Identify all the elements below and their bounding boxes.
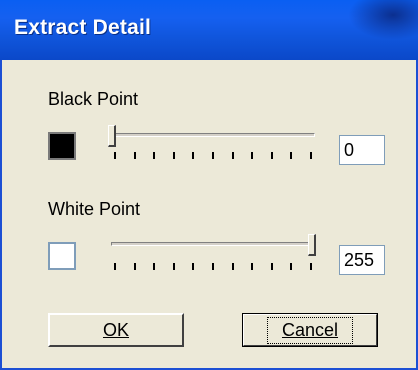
slider-tick [271,263,273,270]
black-point-slider-track[interactable] [111,133,315,137]
slider-tick [232,152,234,159]
white-point-color-swatch[interactable] [48,242,76,270]
slider-tick [310,152,312,159]
cancel-button-label: Cancel [281,319,339,340]
black-point-color-swatch[interactable] [48,132,76,160]
slider-tick [173,263,175,270]
slider-tick [232,263,234,270]
slider-tick [212,263,214,270]
slider-tick [192,263,194,270]
black-point-value-field[interactable] [339,135,385,165]
slider-tick [251,263,253,270]
window-title: Extract Detail [14,16,152,39]
slider-tick [212,152,214,159]
slider-tick [114,263,116,270]
black-point-label: Black Point [48,89,139,109]
slider-tick [153,152,155,159]
slider-tick [173,152,175,159]
cancel-button-focus: Cancel [266,316,354,344]
black-point-slider-ticks [114,152,314,160]
white-point-slider-ticks [114,263,314,271]
slider-tick [310,263,312,270]
slider-tick [192,152,194,159]
white-point-slider-thumb[interactable] [308,234,316,256]
ok-button[interactable]: OK [48,313,184,347]
white-point-label: White Point [48,199,141,219]
slider-tick [134,152,136,159]
title-bar-glow [348,0,418,40]
slider-tick [290,152,292,159]
slider-tick [251,152,253,159]
slider-tick [134,263,136,270]
slider-tick [271,152,273,159]
white-point-value-field[interactable] [339,245,385,275]
black-point-slider-thumb[interactable] [108,125,116,147]
slider-tick [114,152,116,159]
white-point-slider-track[interactable] [111,242,315,246]
dialog-window: Extract Detail Black Point White Point O… [0,0,418,370]
slider-tick [153,263,155,270]
ok-button-label: OK [102,319,129,340]
title-bar[interactable]: Extract Detail [0,0,418,60]
cancel-button[interactable]: Cancel [242,313,378,347]
slider-tick [290,263,292,270]
